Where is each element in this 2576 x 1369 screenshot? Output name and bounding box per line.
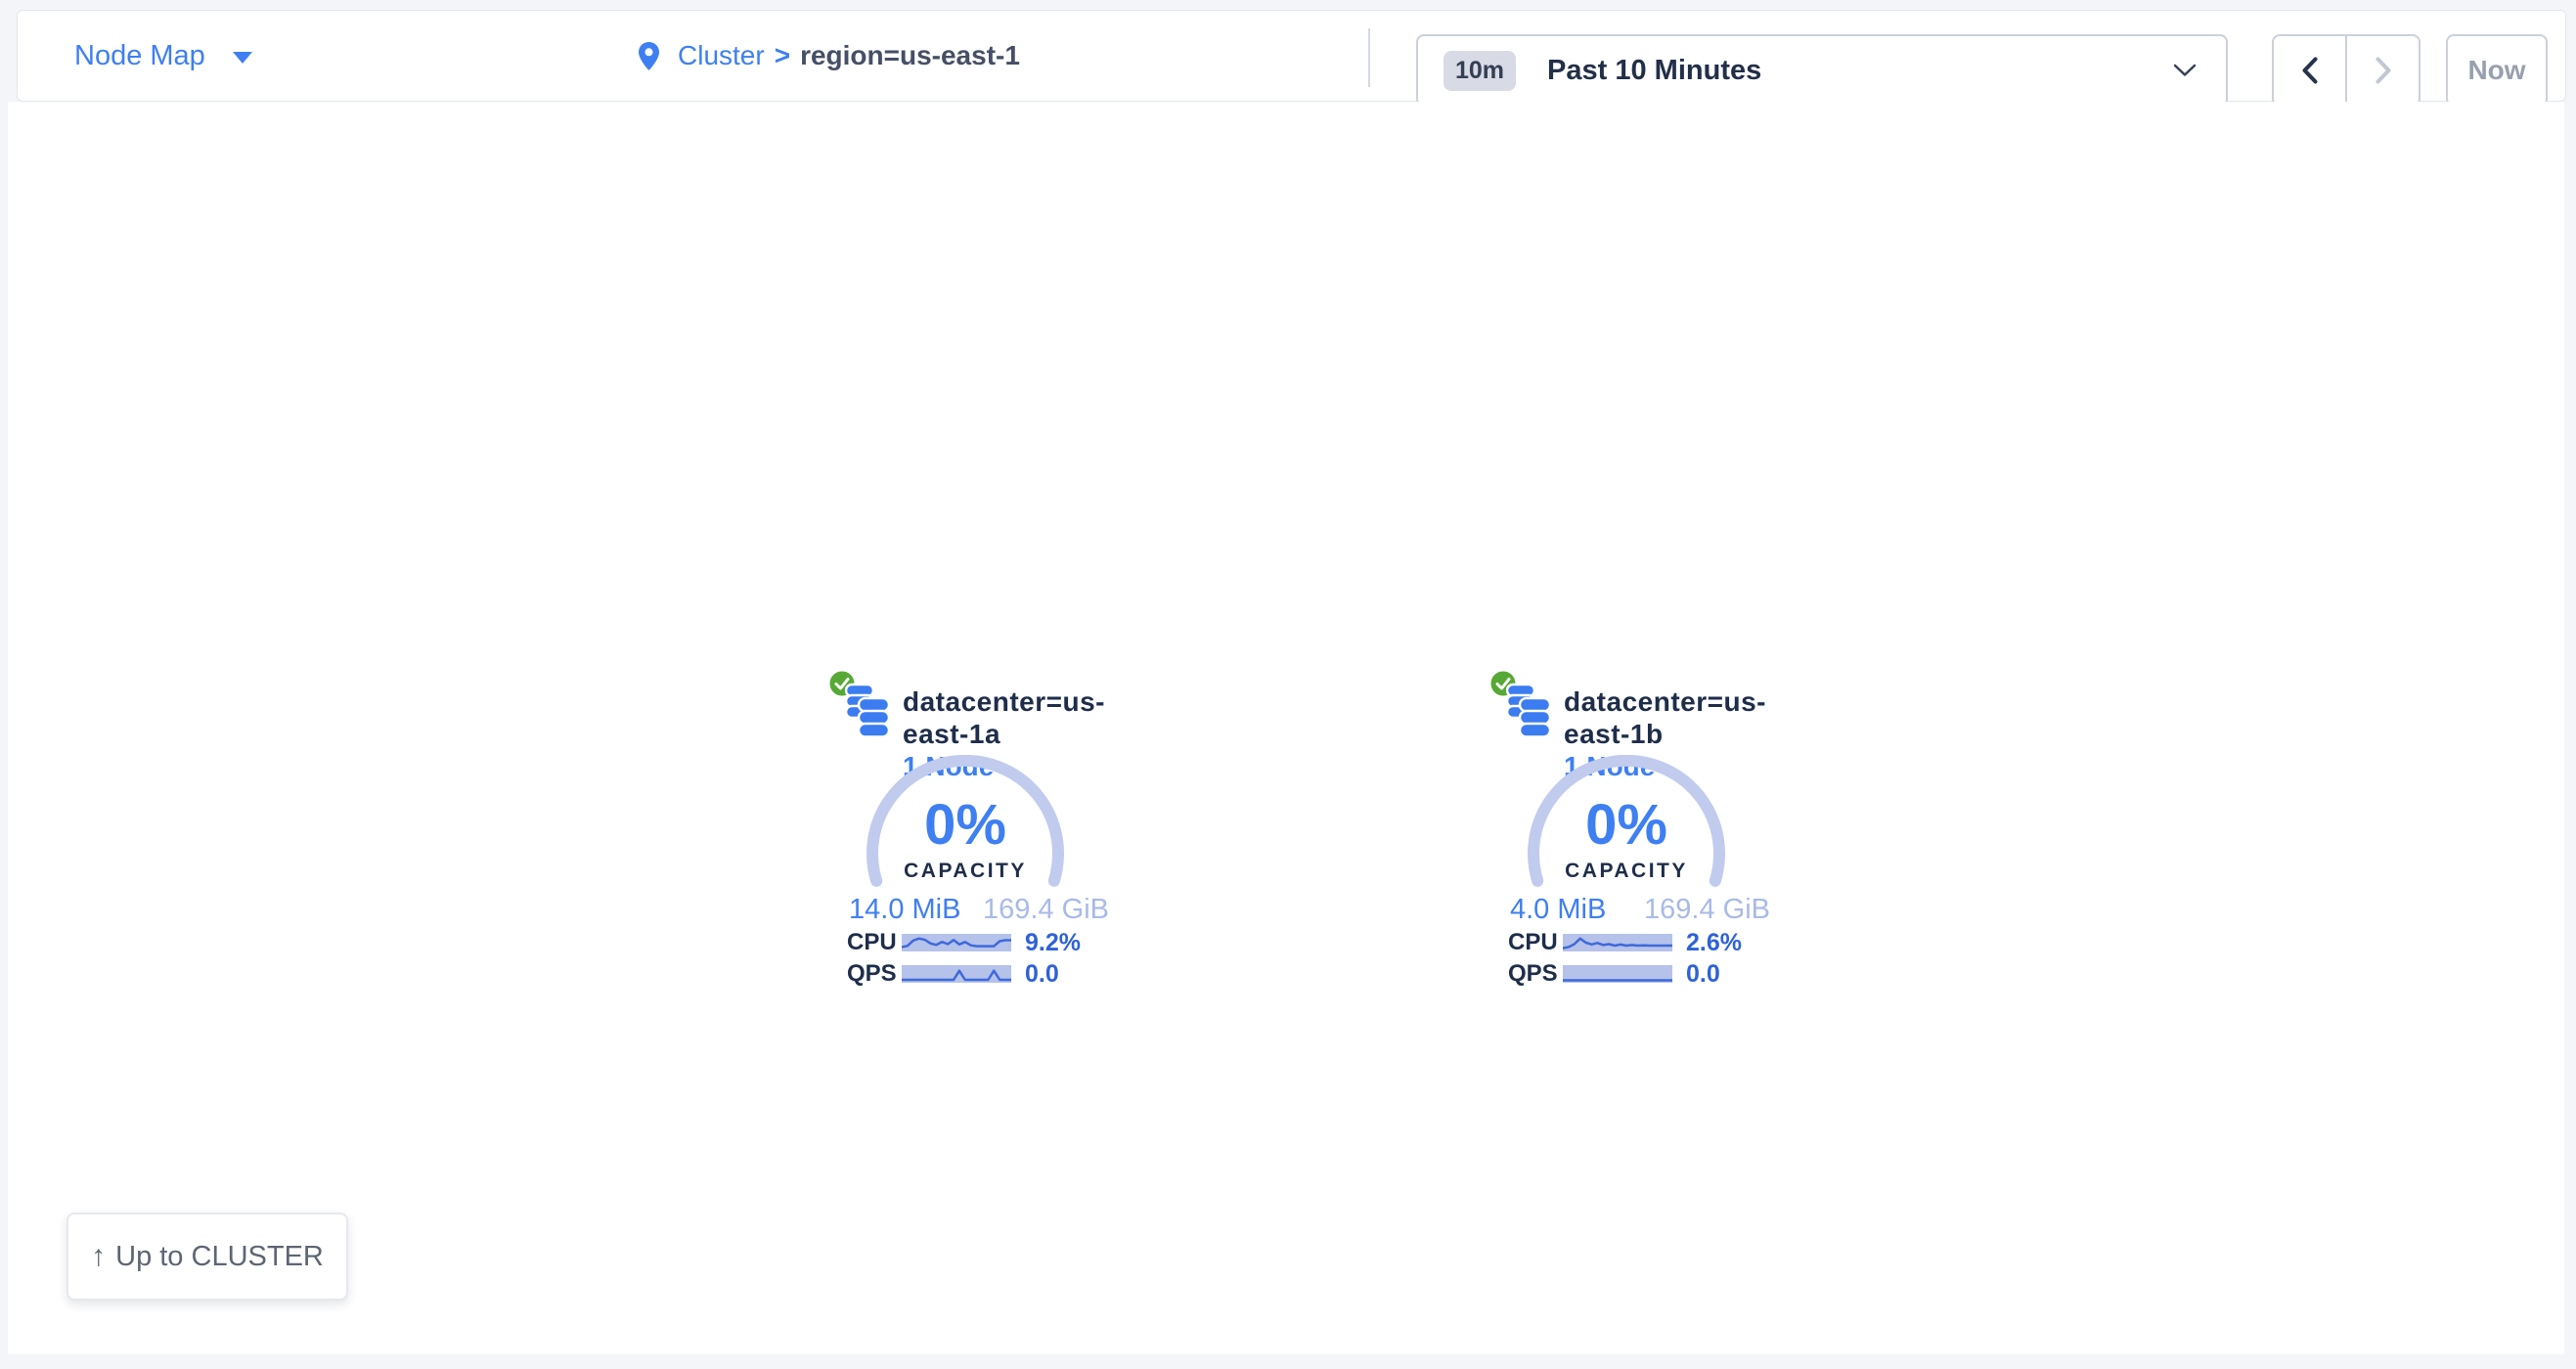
capacity-gauge: 0% CAPACITY xyxy=(1526,755,1727,892)
time-next-button[interactable] xyxy=(2345,36,2419,105)
time-prev-button[interactable] xyxy=(2274,36,2345,105)
chevron-down-icon xyxy=(2173,64,2197,77)
qps-sparkline xyxy=(902,965,1011,983)
breadcrumb-current: region=us-east-1 xyxy=(800,40,1020,71)
locality-title: datacenter=us-east-1a xyxy=(903,685,1133,750)
capacity-total: 169.4 GiB xyxy=(983,894,1109,926)
qps-label: QPS xyxy=(1508,960,1563,988)
time-range-label: Past 10 Minutes xyxy=(1547,55,2173,87)
qps-row: QPS 0.0 xyxy=(847,964,1121,984)
view-selector-dropdown[interactable]: Node Map xyxy=(74,11,252,101)
metric-rows: CPU 9.2% QPS 0.0 xyxy=(847,933,1121,995)
breadcrumb-cluster-link[interactable]: Cluster xyxy=(678,40,765,71)
up-to-cluster-button[interactable]: ↑ Up to CLUSTER xyxy=(67,1213,348,1301)
chevron-left-icon xyxy=(2301,57,2319,84)
capacity-values: 14.0 MiB 169.4 GiB xyxy=(849,894,1109,926)
cpu-sparkline xyxy=(1563,934,1672,951)
capacity-label: CAPACITY xyxy=(1526,860,1727,883)
node-map-page: Node Map Cluster > region=us-east-1 10m … xyxy=(0,0,2576,1369)
capacity-label: CAPACITY xyxy=(865,860,1066,883)
cpu-row: CPU 9.2% xyxy=(847,933,1121,952)
qps-value: 0.0 xyxy=(1025,960,1059,989)
cpu-label: CPU xyxy=(1508,929,1563,956)
arrow-up-icon: ↑ xyxy=(91,1240,106,1273)
cpu-sparkline xyxy=(902,934,1011,951)
breadcrumb-separator: > xyxy=(775,40,790,71)
capacity-used: 4.0 MiB xyxy=(1510,894,1606,926)
qps-value: 0.0 xyxy=(1686,960,1720,989)
cpu-value: 9.2% xyxy=(1025,929,1081,957)
database-icon xyxy=(845,681,890,739)
capacity-gauge: 0% CAPACITY xyxy=(865,755,1066,892)
database-icon xyxy=(1506,681,1551,739)
capacity-values: 4.0 MiB 169.4 GiB xyxy=(1510,894,1770,926)
qps-row: QPS 0.0 xyxy=(1508,964,1782,984)
time-nav-group xyxy=(2272,34,2421,107)
topbar: Node Map Cluster > region=us-east-1 10m … xyxy=(17,10,2566,102)
caret-down-icon xyxy=(233,52,252,64)
node-map-canvas: datacenter=us-east-1a 1 Node 0% CAPACITY… xyxy=(8,102,2564,1354)
time-range-dropdown[interactable]: 10m Past 10 Minutes xyxy=(1416,34,2228,107)
view-selector-label: Node Map xyxy=(74,40,205,72)
cpu-row: CPU 2.6% xyxy=(1508,933,1782,952)
capacity-total: 169.4 GiB xyxy=(1644,894,1770,926)
locality-card-us-east-1a[interactable]: datacenter=us-east-1a 1 Node 0% CAPACITY… xyxy=(829,669,1133,992)
header-divider xyxy=(1368,28,1370,87)
qps-label: QPS xyxy=(847,960,902,988)
now-button[interactable]: Now xyxy=(2446,34,2548,107)
breadcrumb: Cluster > region=us-east-1 xyxy=(638,11,1020,101)
qps-sparkline xyxy=(1563,965,1672,983)
locality-title: datacenter=us-east-1b xyxy=(1564,685,1794,750)
capacity-percent: 0% xyxy=(1526,792,1727,858)
capacity-used: 14.0 MiB xyxy=(849,894,960,926)
map-pin-icon xyxy=(638,41,660,71)
cpu-value: 2.6% xyxy=(1686,929,1742,957)
time-range-badge: 10m xyxy=(1443,51,1516,91)
capacity-percent: 0% xyxy=(865,792,1066,858)
chevron-right-icon xyxy=(2375,57,2392,84)
metric-rows: CPU 2.6% QPS 0.0 xyxy=(1508,933,1782,995)
up-to-cluster-label: Up to CLUSTER xyxy=(115,1241,324,1273)
locality-card-us-east-1b[interactable]: datacenter=us-east-1b 1 Node 0% CAPACITY… xyxy=(1490,669,1794,992)
cpu-label: CPU xyxy=(847,929,902,956)
